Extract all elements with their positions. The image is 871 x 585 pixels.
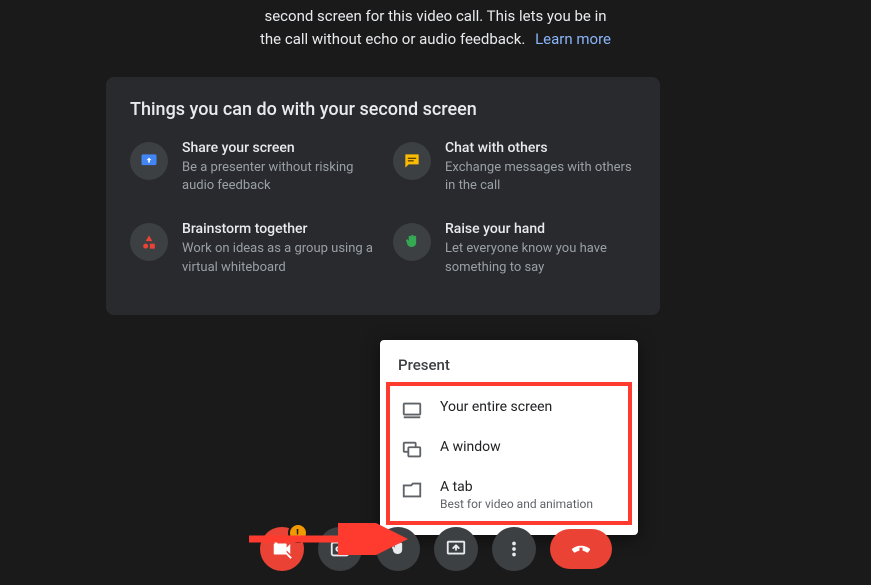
item-desc: Work on ideas as a group using a virtual… [182, 240, 373, 276]
item-desc: Be a presenter without risking audio fee… [182, 159, 373, 195]
window-icon [400, 438, 424, 462]
item-title: Share your screen [182, 140, 373, 156]
option-sublabel: Best for video and animation [440, 497, 593, 511]
present-option-window[interactable]: A window [390, 430, 628, 470]
card-item-chat: Chat with others Exchange messages with … [393, 140, 636, 195]
present-button[interactable] [434, 527, 478, 571]
item-desc: Exchange messages with others in the cal… [445, 159, 636, 195]
present-menu-title: Present [380, 356, 638, 382]
chat-icon [393, 142, 431, 180]
more-options-button[interactable] [492, 527, 536, 571]
present-option-tab[interactable]: A tab Best for video and animation [390, 470, 628, 519]
option-label: A tab [440, 478, 593, 496]
shapes-icon [130, 223, 168, 261]
raise-hand-button[interactable] [376, 527, 420, 571]
companion-mode-banner: second screen for this video call. This … [0, 0, 871, 52]
option-label: A window [440, 438, 501, 456]
annotation-highlight-box: Your entire screen A window A tab Best f… [386, 382, 632, 525]
item-title: Brainstorm together [182, 221, 373, 237]
card-item-raise-hand: Raise your hand Let everyone know you ha… [393, 221, 636, 276]
tab-icon [400, 478, 424, 502]
camera-warning-badge: ! [288, 523, 308, 543]
call-toolbar: ! [0, 527, 871, 571]
camera-toggle-button[interactable]: ! [260, 527, 304, 571]
present-option-entire-screen[interactable]: Your entire screen [390, 390, 628, 430]
card-title: Things you can do with your second scree… [130, 99, 636, 120]
option-label: Your entire screen [440, 398, 552, 416]
banner-line-2: the call without echo or audio feedback. [260, 30, 525, 48]
learn-more-link[interactable]: Learn more [535, 30, 611, 48]
raise-hand-icon [393, 223, 431, 261]
end-call-button[interactable] [550, 529, 612, 569]
card-item-brainstorm: Brainstorm together Work on ideas as a g… [130, 221, 373, 276]
card-item-share-screen: Share your screen Be a presenter without… [130, 140, 373, 195]
share-screen-icon [130, 142, 168, 180]
item-desc: Let everyone know you have something to … [445, 240, 636, 276]
item-title: Chat with others [445, 140, 636, 156]
second-screen-info-card: Things you can do with your second scree… [106, 77, 660, 315]
banner-line-1: second screen for this video call. This … [264, 7, 606, 25]
item-title: Raise your hand [445, 221, 636, 237]
monitor-icon [400, 398, 424, 422]
captions-button[interactable] [318, 527, 362, 571]
present-menu: Present Your entire screen A window A ta… [380, 340, 638, 535]
